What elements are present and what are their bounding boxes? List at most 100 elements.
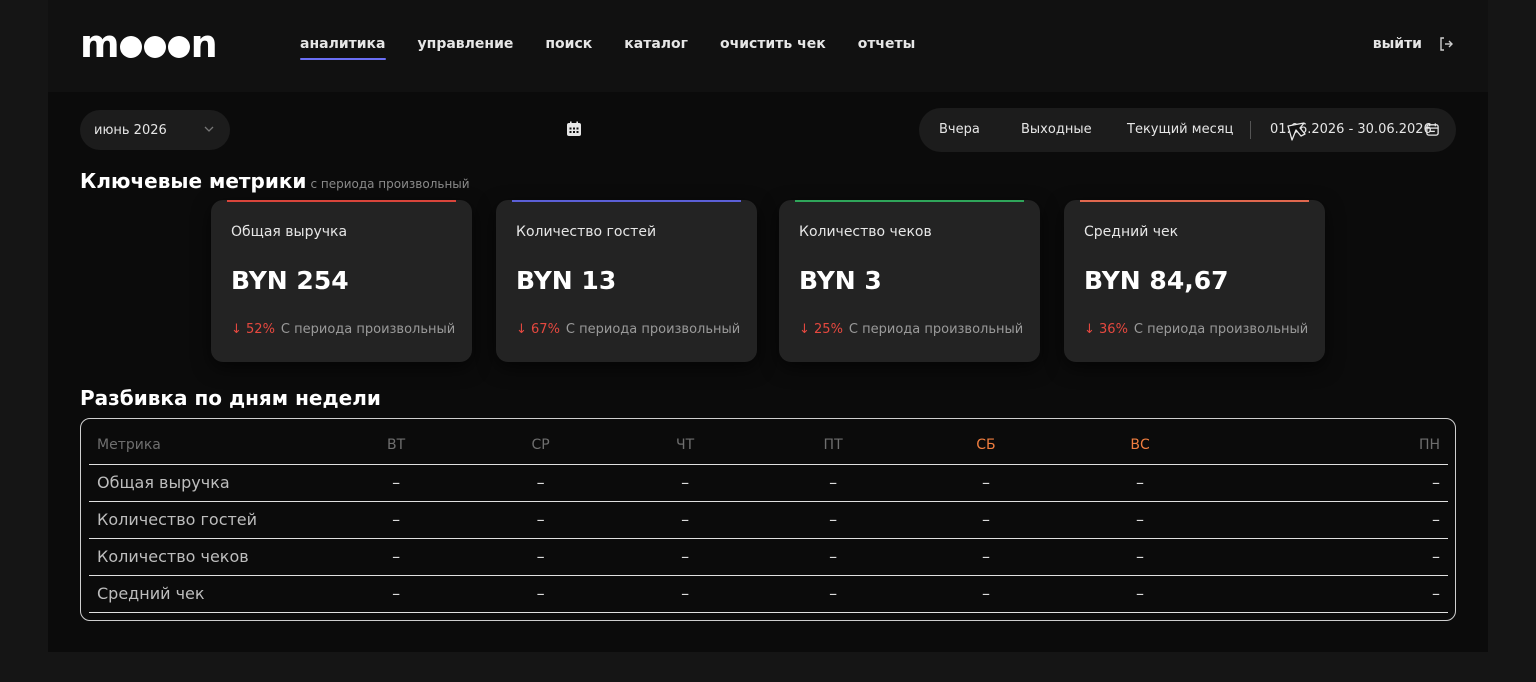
table-cell: – [324,538,469,576]
table-row: Общая выручка – – – – – – – [89,464,1448,502]
table-cell: – [1063,464,1218,502]
mooon-logo[interactable]: mn [80,22,218,66]
column-header: ПТ [757,427,909,465]
calendar-icon[interactable] [1425,122,1440,137]
delta-percent: ↓ 52% [231,322,275,337]
month-select-value: июнь 2026 [94,122,167,138]
nav-clear-check[interactable]: очистить чек [720,36,826,60]
logo-text-n: n [190,22,218,66]
column-header: СР [468,427,613,465]
card-delta: ↓ 67% С периода произвольный [516,322,740,337]
card-label: Общая выручка [231,224,348,240]
column-header: ПН [1217,427,1448,465]
card-accent-bar [795,200,1024,202]
table-cell: – [613,464,758,502]
table-cell: – [757,464,909,502]
table-row: Средний чек – – – – – – – [89,575,1448,613]
column-header: ЧТ [613,427,758,465]
delta-note: С периода произвольный [848,322,1024,337]
breakdown-title: Разбивка по дням недели [80,386,381,410]
mouse-cursor-icon [1287,122,1306,141]
table-cell: – [324,464,469,502]
table-cell: – [468,575,613,613]
column-header: ВТ [324,427,469,465]
table-cell: – [1063,538,1218,576]
preset-current-month[interactable]: Текущий месяц [1127,122,1233,137]
column-header-weekend: СБ [908,427,1064,465]
metric-card-guests: Количество гостей BYN 13 ↓ 67% С периода … [496,200,757,362]
table-cell: – [908,464,1064,502]
table-row: Количество чеков – – – – – – – [89,538,1448,576]
table-cell: – [468,464,613,502]
card-label: Средний чек [1084,224,1179,240]
chevron-down-icon [204,126,214,132]
table-cell: – [757,501,909,539]
nav-search[interactable]: поиск [545,36,592,60]
card-delta: ↓ 52% С периода произвольный [231,322,455,337]
logo-dot [167,36,190,58]
row-label: Количество чеков [89,538,324,576]
logout-label: выйти [1372,36,1422,52]
logout-button[interactable]: выйти [1373,36,1454,52]
nav-catalog[interactable]: каталог [624,36,688,60]
delta-note: С периода произвольный [565,322,741,337]
nav-reports[interactable]: отчеты [858,36,916,60]
table-cell: – [757,575,909,613]
table-cell: – [1063,501,1218,539]
delta-percent: ↓ 25% [799,322,843,337]
table-cell: – [1217,464,1448,502]
table-cell: – [908,575,1064,613]
card-value: BYN 84,67 [1084,266,1229,295]
metrics-title-text: Ключевые метрики [80,169,307,193]
delta-percent: ↓ 67% [516,322,560,337]
delta-percent: ↓ 36% [1084,322,1128,337]
logout-icon [1440,37,1453,51]
table-cell: – [613,538,758,576]
metrics-title: Ключевые метрики с периода произвольный [80,169,470,193]
card-label: Количество чеков [799,224,932,240]
table-cell: – [613,501,758,539]
period-selector: Вчера Выходные Текущий месяц 01.06.2026 … [919,108,1456,152]
nav-management[interactable]: управление [418,36,514,60]
table-cell: – [468,501,613,539]
card-label: Количество гостей [516,224,657,240]
logo-dot [143,36,166,58]
table-row: Количество гостей – – – – – – – [89,501,1448,539]
calendar-icon[interactable] [566,121,582,137]
card-accent-bar [1080,200,1309,202]
column-header: Метрика [89,427,324,465]
card-delta: ↓ 25% С периода произвольный [799,322,1023,337]
table-cell: – [1217,538,1448,576]
column-header-weekend: ВС [1063,427,1218,465]
preset-weekend[interactable]: Выходные [1021,122,1092,137]
divider [1250,121,1251,139]
row-label: Средний чек [89,575,324,613]
breakdown-table: Метрика ВТ СР ЧТ ПТ СБ ВС ПН Общая выруч… [89,427,1448,613]
table-cell: – [324,575,469,613]
metric-card-avg-check: Средний чек BYN 84,67 ↓ 36% С периода про… [1064,200,1325,362]
weekday-breakdown-table: Метрика ВТ СР ЧТ ПТ СБ ВС ПН Общая выруч… [80,418,1456,621]
card-delta: ↓ 36% С периода произвольный [1084,322,1308,337]
table-cell: – [468,538,613,576]
main-nav: аналитика управление поиск каталог очист… [300,36,947,60]
table-cell: – [757,538,909,576]
table-cell: – [1217,501,1448,539]
logo-dot [119,36,142,58]
table-cell: – [1217,575,1448,613]
table-cell: – [1063,575,1218,613]
card-value: BYN 13 [516,266,617,295]
metric-card-checks: Количество чеков BYN 3 ↓ 25% С периода пр… [779,200,1040,362]
preset-yesterday[interactable]: Вчера [939,122,980,137]
top-navbar: mn аналитика управление поиск каталог оч… [48,0,1488,92]
nav-analytics[interactable]: аналитика [300,36,386,60]
card-accent-bar [512,200,741,202]
app-frame: mn аналитика управление поиск каталог оч… [48,0,1488,652]
metrics-subtitle: с периода произвольный [310,177,470,191]
row-label: Количество гостей [89,501,324,539]
table-cell: – [908,501,1064,539]
month-select[interactable]: июнь 2026 [80,110,230,150]
card-accent-bar [227,200,456,202]
table-cell: – [908,538,1064,576]
table-cell: – [613,575,758,613]
card-value: BYN 254 [231,266,349,295]
